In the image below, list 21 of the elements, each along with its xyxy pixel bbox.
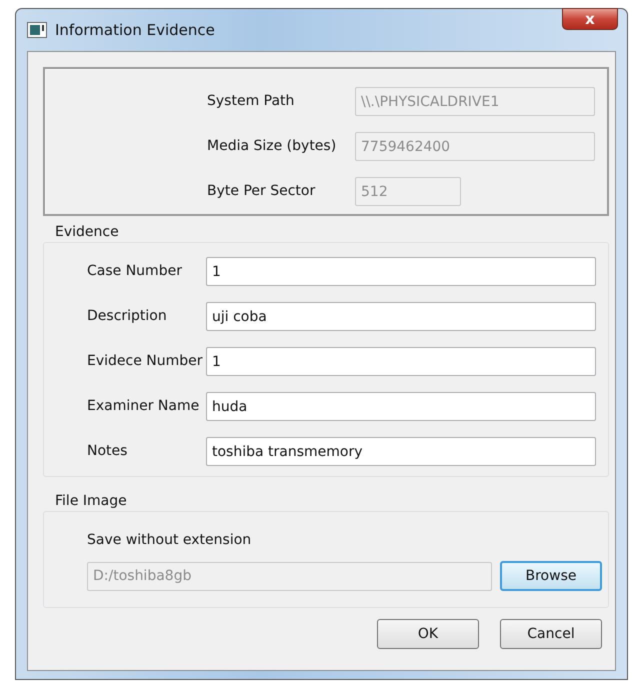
input-field[interactable]: 1	[206, 347, 596, 376]
window-icon	[27, 22, 47, 38]
input-field[interactable]: 1	[206, 257, 596, 286]
ok-button[interactable]: OK	[377, 619, 479, 649]
field-label: Case Number	[87, 262, 183, 281]
input-field[interactable]: huda	[206, 392, 596, 421]
field-label: Examiner Name	[87, 397, 200, 416]
browse-button[interactable]: Browse	[500, 561, 602, 591]
hint-text: Save without extension	[87, 532, 252, 548]
field-label: Evidece Number	[87, 352, 204, 371]
group-title: File Image	[54, 493, 128, 509]
input-field[interactable]: toshiba transmemory	[206, 437, 596, 466]
cancel-button[interactable]: Cancel	[500, 619, 602, 649]
window-title: Information Evidence	[55, 21, 215, 39]
field-label: Media Size (bytes)	[207, 137, 338, 156]
close-button[interactable]: x	[562, 8, 618, 30]
field-label: Description	[87, 307, 168, 326]
field-label: Byte Per Sector	[207, 182, 316, 201]
field-label: Notes	[87, 442, 128, 461]
field-label: System Path	[207, 92, 296, 111]
input-field[interactable]: uji coba	[206, 302, 596, 331]
